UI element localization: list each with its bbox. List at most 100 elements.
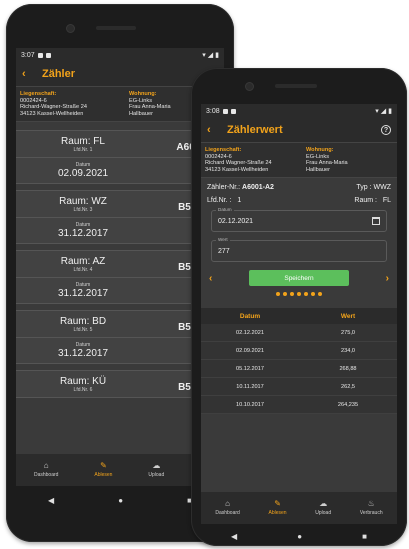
meter-lfd: Lfd.Nr. 6 <box>73 386 93 393</box>
property-city: 34123 Kassel-Wellheiden <box>20 110 84 117</box>
tenant-name-2: Hallbauer <box>306 166 330 173</box>
calendar-icon[interactable] <box>372 217 380 226</box>
signal-icon: ◢ <box>380 108 387 115</box>
row-date: 02.09.2021 <box>236 347 264 354</box>
room-value: FL <box>382 197 391 205</box>
nav-ablesen-label: Ablesen <box>94 472 113 478</box>
notification-icon <box>37 52 43 58</box>
meter-date: 31.12.2017 <box>57 348 109 360</box>
meter-number-row: Zähler-Nr.: A6001-A2 Typ : WWZ <box>207 184 391 191</box>
home-icon: ⌂ <box>43 461 49 470</box>
phone-right: 3:08 ▾ ◢ ▮ ‹ Zählerwert ? Liegenschaft: … <box>191 68 407 546</box>
system-back-icon[interactable]: ◀ <box>48 496 54 505</box>
system-nav: ◀ ● ■ <box>201 526 397 546</box>
meter-reading-icon: ✎ <box>274 499 281 508</box>
row-value: 268,88 <box>339 365 357 372</box>
meter-room: Raum: KÜ <box>59 375 107 387</box>
prev-meter-icon[interactable]: ‹ <box>209 273 212 284</box>
nav-dashboard-label: Dashboard <box>215 510 240 516</box>
nav-dashboard[interactable]: ⌂ Dashboard <box>215 499 240 517</box>
table-row[interactable]: 02.09.2021 234,0 <box>201 342 397 361</box>
speaker-grille <box>96 26 136 30</box>
status-bar: 3:08 ▾ ◢ ▮ <box>201 104 397 118</box>
camera-icon <box>66 24 75 33</box>
back-arrow-icon[interactable]: ‹ <box>22 68 38 80</box>
lfd-value: 1 <box>237 197 242 205</box>
table-header: Datum Wert <box>201 308 397 325</box>
back-arrow-icon[interactable]: ‹ <box>207 124 223 136</box>
meter-room: Raum: WZ <box>59 195 107 207</box>
table-row[interactable]: 10.11.2017 262,5 <box>201 378 397 397</box>
page-dot <box>318 292 322 297</box>
meter-lfd: Lfd.Nr. 4 <box>73 266 93 273</box>
property-city: 34123 Kassel-Wellheiden <box>205 166 269 173</box>
table-row[interactable]: 02.12.2021 275,0 <box>201 324 397 343</box>
cloud-upload-icon: ☁ <box>152 461 161 470</box>
meter-room: Raum: AZ <box>60 255 106 267</box>
page-dot <box>304 292 308 297</box>
nav-dashboard-label: Dashboard <box>33 472 59 478</box>
reading-form: Zähler-Nr.: A6001-A2 Typ : WWZ Lfd.Nr. :… <box>201 178 397 308</box>
nav-upload-label: Upload <box>148 472 165 478</box>
meter-room: Raum: BD <box>59 315 107 327</box>
col-wert: Wert <box>340 312 356 320</box>
table-row[interactable]: 05.12.2017 268,88 <box>201 360 397 379</box>
page-indicator <box>207 292 391 297</box>
meter-number-label: Zähler-Nr.: <box>207 184 241 192</box>
nav-dashboard[interactable]: ⌂ Dashboard <box>33 461 59 479</box>
next-meter-icon[interactable]: › <box>386 273 389 284</box>
nav-ablesen[interactable]: ✎ Ablesen <box>268 499 287 517</box>
nav-upload[interactable]: ☁ Upload <box>315 500 331 517</box>
bottom-nav: ⌂ Dashboard ✎ Ablesen ☁ Upload ♨ Verbrauch <box>201 492 397 524</box>
meter-date: 02.09.2021 <box>57 168 109 180</box>
page-dot <box>283 292 287 297</box>
nav-verbrauch[interactable]: ♨ Verbrauch <box>360 499 383 517</box>
value-input-value: 277 <box>218 247 230 255</box>
history-table: Datum Wert 02.12.2021 275,0 02.09.2021 234… <box>201 308 397 415</box>
home-icon: ⌂ <box>225 499 230 508</box>
flame-icon: ♨ <box>367 499 375 508</box>
row-date: 02.12.2021 <box>236 329 264 336</box>
signal-icon: ◢ <box>207 52 214 59</box>
meter-type: WWZ <box>373 184 392 192</box>
property-label: Liegenschaft: <box>20 91 57 97</box>
property-street: Richard Wagner-Straße 24 <box>205 160 272 167</box>
meter-reading-icon: ✎ <box>100 461 107 470</box>
table-row[interactable]: 10.10.2017 264,235 <box>201 396 397 415</box>
property-id: 0002424-6 <box>20 97 47 104</box>
apartment-label: Wohnung: <box>306 147 334 153</box>
system-home-icon[interactable]: ● <box>118 496 123 505</box>
nav-ablesen[interactable]: ✎ Ablesen <box>94 461 113 479</box>
date-input-value: 02.12.2021 <box>218 217 254 225</box>
meter-lfd: Lfd.Nr. 1 <box>73 146 93 153</box>
date-input[interactable]: Datum 02.12.2021 <box>211 207 387 233</box>
property-label: Liegenschaft: <box>205 147 242 153</box>
meter-lfd-row: Lfd.Nr. : 1 Raum : FL <box>207 197 391 204</box>
wifi-icon: ▾ <box>202 52 206 59</box>
page-title: Zählerwert <box>227 124 283 136</box>
system-home-icon[interactable]: ● <box>297 532 302 541</box>
page-dot <box>311 292 315 297</box>
meter-lfd: Lfd.Nr. 3 <box>73 206 93 213</box>
row-date: 05.12.2017 <box>236 365 264 372</box>
row-value: 262,5 <box>341 383 355 390</box>
system-back-icon[interactable]: ◀ <box>231 532 237 541</box>
meter-type-label: Typ : <box>356 184 372 192</box>
nav-upload[interactable]: ☁ Upload <box>148 461 165 479</box>
page-dot <box>276 292 280 297</box>
system-recents-icon[interactable]: ■ <box>362 532 367 541</box>
meter-room: Raum: FL <box>61 135 105 147</box>
nav-ablesen-label: Ablesen <box>268 510 287 516</box>
notification-icon <box>222 108 228 114</box>
value-input[interactable]: Wert 277 <box>211 237 387 263</box>
property-info: Liegenschaft: 0002424-6 Richard Wagner-S… <box>201 142 397 179</box>
lfd-label: Lfd.Nr. : <box>207 197 232 205</box>
status-time: 3:08 <box>206 107 220 115</box>
screen-zaehlerwert: 3:08 ▾ ◢ ▮ ‹ Zählerwert ? Liegenschaft: … <box>201 104 397 524</box>
save-button[interactable]: Speichern <box>249 270 349 287</box>
meter-lfd: Lfd.Nr. 5 <box>73 326 93 333</box>
help-icon[interactable]: ? <box>381 125 391 135</box>
notification-icon-2 <box>230 108 236 114</box>
row-value: 234,0 <box>341 347 355 354</box>
row-value: 264,235 <box>337 401 359 408</box>
